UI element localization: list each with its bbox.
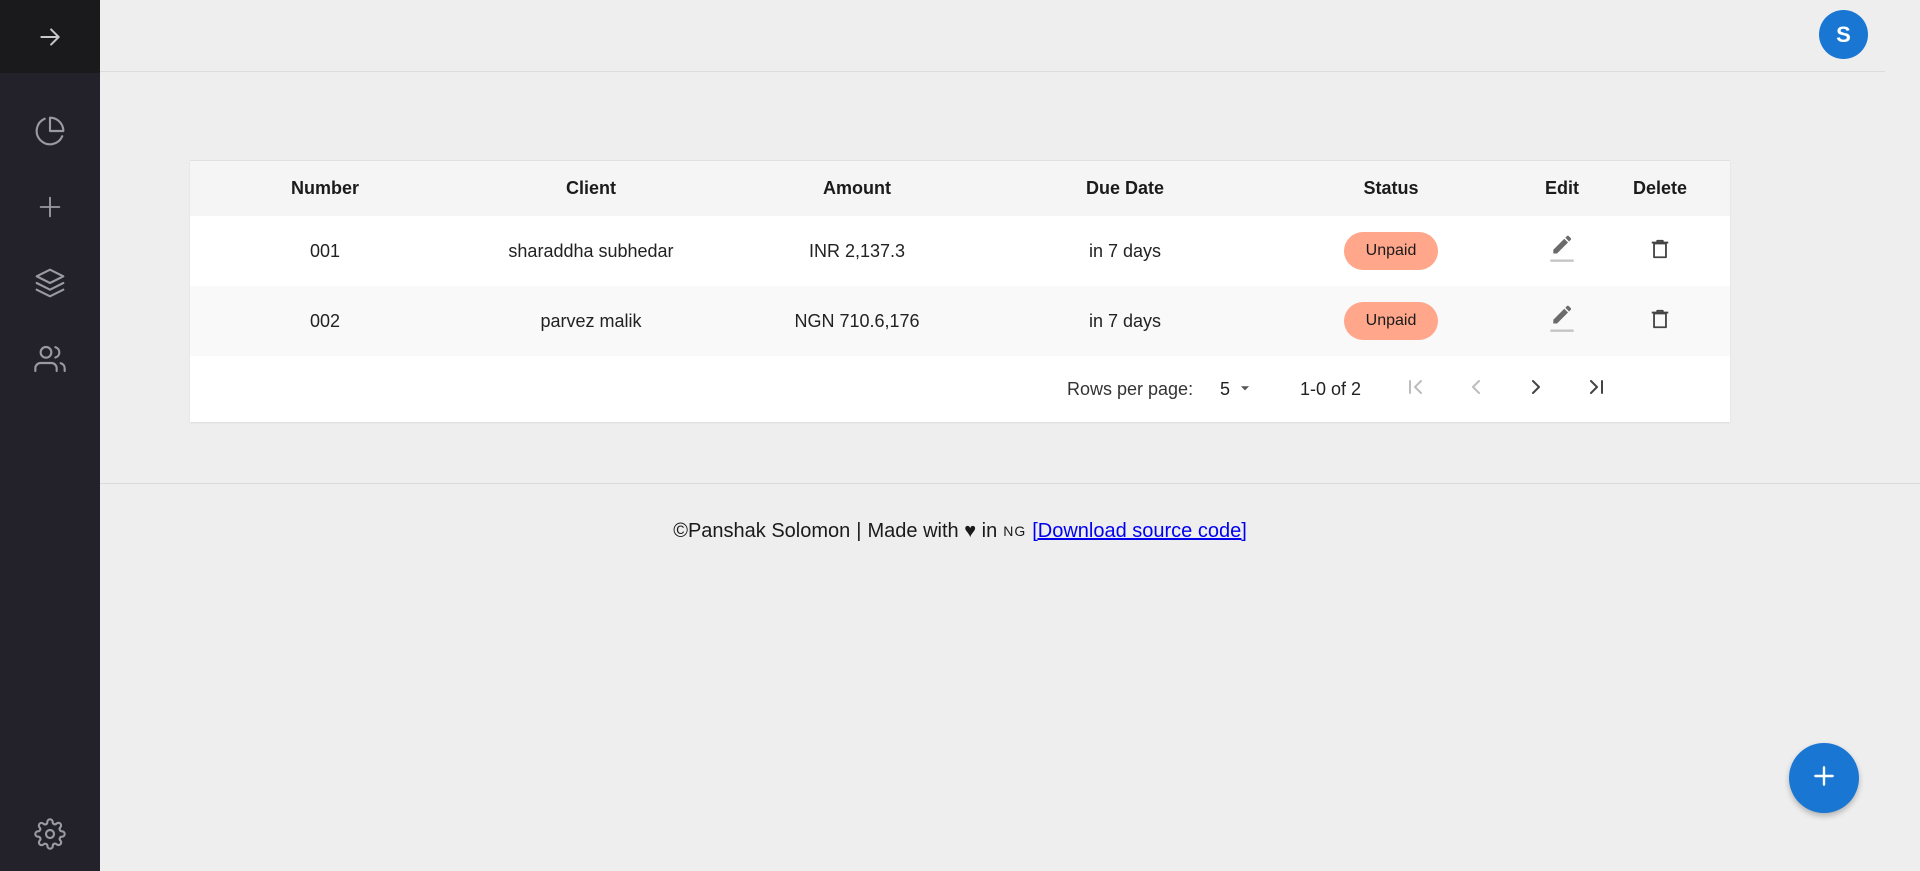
download-source-link[interactable]: [Download source code] bbox=[1032, 520, 1247, 543]
chevron-right-icon bbox=[1524, 375, 1548, 404]
users-icon bbox=[34, 343, 66, 375]
column-header-status: Status bbox=[1363, 178, 1419, 198]
footer-separator: | bbox=[856, 519, 862, 542]
last-page-button[interactable] bbox=[1576, 369, 1616, 409]
invoice-client: sharaddha subhedar bbox=[508, 240, 674, 261]
sidebar bbox=[0, 0, 100, 871]
footer-copyright: ©Panshak Solomon bbox=[673, 519, 851, 542]
invoice-amount: NGN 710.6,176 bbox=[794, 310, 920, 331]
footer-divider bbox=[100, 483, 1920, 484]
rows-per-page-select[interactable]: 5 bbox=[1220, 356, 1252, 422]
table-header-row: Number Client Amount Due Date Status Edi… bbox=[190, 161, 1730, 216]
chevron-left-icon bbox=[1464, 375, 1488, 404]
rows-per-page-label: Rows per page: bbox=[1067, 378, 1194, 399]
column-header-number: Number bbox=[290, 178, 359, 198]
sidebar-item-dashboard[interactable] bbox=[0, 103, 100, 159]
arrow-right-icon bbox=[37, 24, 63, 50]
first-page-icon bbox=[1404, 375, 1428, 404]
table-row[interactable]: 001 sharaddha subhedar INR 2,137.3 in 7 … bbox=[190, 216, 1730, 286]
sidebar-item-settings[interactable] bbox=[0, 806, 100, 862]
trash-icon bbox=[1649, 308, 1671, 335]
invoice-amount: INR 2,137.3 bbox=[808, 240, 906, 261]
sidebar-item-clients[interactable] bbox=[0, 331, 100, 387]
footer-country: NG bbox=[1003, 523, 1027, 539]
invoice-due-date: in 7 days bbox=[1088, 240, 1162, 261]
plus-icon bbox=[36, 193, 64, 221]
column-header-delete: Delete bbox=[1632, 178, 1688, 198]
invoice-table: Number Client Amount Due Date Status Edi… bbox=[190, 160, 1730, 422]
delete-cell bbox=[1600, 216, 1720, 286]
edit-button[interactable] bbox=[1542, 231, 1582, 271]
column-header-client: Client bbox=[565, 178, 616, 198]
previous-page-button[interactable] bbox=[1456, 369, 1496, 409]
status-cell: Unpaid bbox=[1258, 286, 1524, 356]
edit-cell bbox=[1524, 216, 1600, 286]
next-page-button[interactable] bbox=[1516, 369, 1556, 409]
edit-button[interactable] bbox=[1542, 301, 1582, 341]
delete-cell bbox=[1600, 286, 1720, 356]
pagination-range: 1-0 of 2 bbox=[1300, 378, 1362, 399]
gear-icon bbox=[34, 818, 66, 850]
status-badge: Unpaid bbox=[1343, 232, 1439, 270]
caret-down-icon bbox=[1238, 379, 1252, 400]
table-row[interactable]: 002 parvez malik NGN 710.6,176 in 7 days… bbox=[190, 286, 1730, 356]
delete-button[interactable] bbox=[1640, 301, 1680, 341]
sidebar-toggle-button[interactable] bbox=[0, 0, 100, 73]
sidebar-item-invoices[interactable] bbox=[0, 255, 100, 311]
invoice-due-date: in 7 days bbox=[1088, 310, 1162, 331]
footer: ©Panshak Solomon | Made with ♥ in NG [Do… bbox=[100, 516, 1820, 546]
column-header-edit: Edit bbox=[1545, 178, 1579, 198]
layers-icon bbox=[34, 267, 66, 299]
pencil-icon bbox=[1548, 305, 1576, 338]
pencil-icon bbox=[1548, 235, 1576, 268]
status-badge: Unpaid bbox=[1343, 302, 1439, 340]
add-invoice-fab[interactable] bbox=[1789, 743, 1859, 813]
column-header-amount: Amount bbox=[823, 178, 891, 198]
invoice-number: 002 bbox=[309, 310, 341, 331]
first-page-button[interactable] bbox=[1396, 369, 1436, 409]
column-header-due-date: Due Date bbox=[1085, 178, 1165, 198]
sidebar-item-create[interactable] bbox=[0, 179, 100, 235]
footer-made-with: Made with ♥ in bbox=[867, 519, 998, 542]
last-page-icon bbox=[1584, 375, 1608, 404]
avatar[interactable]: S bbox=[1819, 10, 1868, 59]
plus-icon bbox=[1811, 763, 1837, 794]
status-cell: Unpaid bbox=[1258, 216, 1524, 286]
invoice-number: 001 bbox=[309, 240, 341, 261]
trash-icon bbox=[1649, 238, 1671, 265]
edit-cell bbox=[1524, 286, 1600, 356]
invoice-client: parvez malik bbox=[540, 310, 642, 331]
pie-chart-icon bbox=[34, 115, 66, 147]
table-pagination: Rows per page: 5 1-0 of 2 bbox=[190, 356, 1730, 422]
rows-per-page-value: 5 bbox=[1220, 378, 1231, 399]
delete-button[interactable] bbox=[1640, 231, 1680, 271]
top-bar bbox=[100, 0, 1885, 72]
